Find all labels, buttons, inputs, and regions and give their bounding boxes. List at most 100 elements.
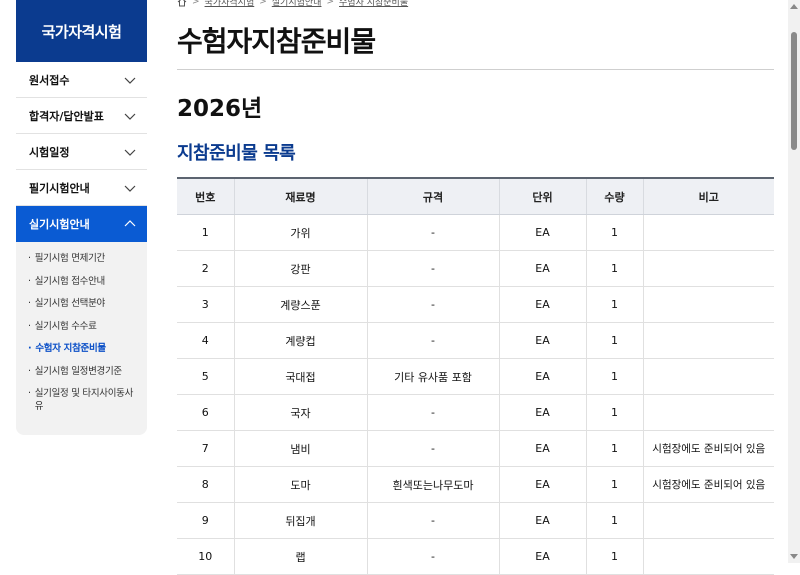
column-header: 단위	[498, 177, 586, 215]
sidebar-item-schedule[interactable]: 시험일정	[16, 134, 147, 170]
sidebar-item-written-exam[interactable]: 필기시험안내	[16, 170, 147, 206]
list-heading: 지참준비물 목록	[177, 143, 296, 164]
table-cell: EA	[498, 286, 586, 323]
sidebar: 국가자격시험 원서접수 합격자/답안발표 시험일정 필기시험안내 실기시험안내 …	[16, 0, 147, 435]
title-divider	[177, 69, 774, 70]
chevron-down-icon	[124, 185, 136, 192]
column-header: 규격	[366, 177, 499, 215]
table-cell: EA	[498, 502, 586, 539]
table-cell	[642, 358, 774, 395]
table-cell: 1	[585, 430, 643, 467]
table-cell: EA	[498, 538, 586, 575]
submenu-item[interactable]: · 실기일정 및 타지사이동사유	[28, 387, 137, 413]
table-cell: EA	[498, 322, 586, 359]
table-cell: EA	[498, 214, 586, 251]
breadcrumb-item[interactable]: 국가자격시험	[205, 0, 255, 8]
table-cell: 계량스푼	[233, 286, 367, 323]
bullet-icon: ·	[28, 298, 31, 309]
submenu-item-label: 실기시험 수수료	[34, 320, 97, 332]
table-row: 9 뒤집개 - EA 1	[177, 502, 774, 539]
table-cell: 4	[177, 322, 234, 359]
table-cell: EA	[498, 358, 586, 395]
submenu-item-label: 실기시험 접수안내	[34, 275, 106, 287]
breadcrumb-separator-icon: >	[326, 0, 335, 7]
breadcrumb: > 국가자격시험 > 실기시험안내 > 수험자 지참준비물	[177, 0, 408, 8]
breadcrumb-separator-icon: >	[259, 0, 267, 7]
breadcrumb-item[interactable]: 실기시험안내	[272, 0, 322, 8]
table-cell: 1	[585, 286, 643, 323]
submenu-item[interactable]: · 필기시험 면제기간	[28, 252, 137, 265]
breadcrumb-item[interactable]: 수험자 지참준비물	[339, 0, 408, 8]
bullet-icon: ·	[28, 388, 31, 399]
submenu-item[interactable]: · 실기시험 일정변경기준	[28, 365, 137, 378]
table-cell: 시험장에도 준비되어 있음	[642, 466, 774, 503]
table-row: 4 계량컵 - EA 1	[177, 322, 774, 359]
table-cell: EA	[498, 250, 586, 287]
table-cell: 1	[585, 502, 643, 539]
table-cell: 10	[177, 538, 234, 575]
submenu-item-current[interactable]: · 수험자 지참준비물	[28, 342, 137, 355]
table-cell: 1	[177, 214, 234, 251]
sidebar-item-label: 원서접수	[29, 73, 70, 87]
materials-table: 번호 재료명 규격 단위 수량 비고 1 가위 - EA 1 2 강판 - EA 1 3 계량스푼 - E…	[177, 177, 774, 575]
chevron-down-icon	[124, 149, 136, 156]
scroll-thumb[interactable]	[791, 32, 797, 150]
submenu-item-label: 실기시험 선택분야	[34, 298, 106, 309]
table-cell: 5	[177, 358, 234, 395]
table-cell: 8	[177, 466, 234, 503]
table-cell	[642, 250, 774, 287]
table-cell: -	[366, 502, 499, 539]
table-cell: 1	[585, 214, 643, 251]
table-cell: -	[366, 394, 499, 431]
table-cell: 시험장에도 준비되어 있음	[642, 430, 774, 467]
submenu-item-label: 실기시험 일정변경기준	[34, 365, 122, 377]
chevron-up-icon	[124, 220, 136, 227]
table-cell: EA	[498, 466, 586, 503]
table-cell: -	[366, 286, 499, 323]
year-heading: 2026년	[177, 96, 263, 122]
home-icon[interactable]	[177, 0, 187, 7]
table-row: 5 국대접 기타 유사품 포함 EA 1	[177, 358, 774, 395]
table-row: 8 도마 흰색또는나무도마 EA 1 시험장에도 준비되어 있음	[177, 466, 774, 503]
column-header: 재료명	[233, 177, 367, 215]
column-header: 비고	[642, 177, 774, 215]
sidebar-submenu: · 필기시험 면제기간 · 실기시험 접수안내 · 실기시험 선택분야 · 실기시험 수…	[16, 242, 147, 431]
sidebar-item-application[interactable]: 원서접수	[16, 62, 147, 98]
submenu-item[interactable]: · 실기시험 접수안내	[28, 275, 137, 288]
scroll-down-arrow-icon[interactable]	[790, 554, 798, 559]
scroll-up-arrow-icon[interactable]	[790, 4, 798, 9]
table-cell	[642, 394, 774, 431]
bullet-icon: ·	[28, 275, 31, 287]
table-row: 10 랩 - EA 1	[177, 538, 774, 575]
table-cell: 흰색또는나무도마	[366, 466, 499, 503]
table-row: 2 강판 - EA 1	[177, 250, 774, 287]
table-cell: 1	[585, 322, 643, 359]
chevron-down-icon	[124, 77, 136, 84]
table-cell: -	[366, 538, 499, 575]
table-cell: -	[366, 250, 499, 287]
sidebar-item-label: 합격자/답안발표	[29, 109, 104, 123]
table-row: 1 가위 - EA 1	[177, 214, 774, 251]
table-cell: EA	[498, 430, 586, 467]
sidebar-item-label: 시험일정	[29, 145, 70, 159]
sidebar-item-label: 실기시험안내	[29, 218, 90, 231]
submenu-item-label: 필기시험 면제기간	[34, 253, 106, 264]
table-cell: 3	[177, 286, 234, 323]
table-row: 3 계량스푼 - EA 1	[177, 286, 774, 323]
sidebar-title[interactable]: 국가자격시험	[16, 0, 147, 62]
sidebar-item-results[interactable]: 합격자/답안발표	[16, 98, 147, 134]
table-cell: 1	[585, 394, 643, 431]
table-cell: 1	[585, 250, 643, 287]
submenu-item[interactable]: · 실기시험 수수료	[28, 320, 137, 333]
bullet-icon: ·	[28, 365, 31, 377]
scrollbar[interactable]	[788, 0, 800, 563]
table-header-row: 번호 재료명 규격 단위 수량 비고	[177, 177, 774, 215]
table-cell	[642, 214, 774, 251]
sidebar-item-practical-exam[interactable]: 실기시험안내	[16, 206, 147, 242]
submenu-item[interactable]: · 실기시험 선택분야	[28, 297, 137, 310]
table-cell: 1	[585, 466, 643, 503]
table-cell: -	[366, 214, 499, 251]
table-cell: EA	[498, 394, 586, 431]
table-cell: 9	[177, 502, 234, 539]
table-cell	[642, 502, 774, 539]
